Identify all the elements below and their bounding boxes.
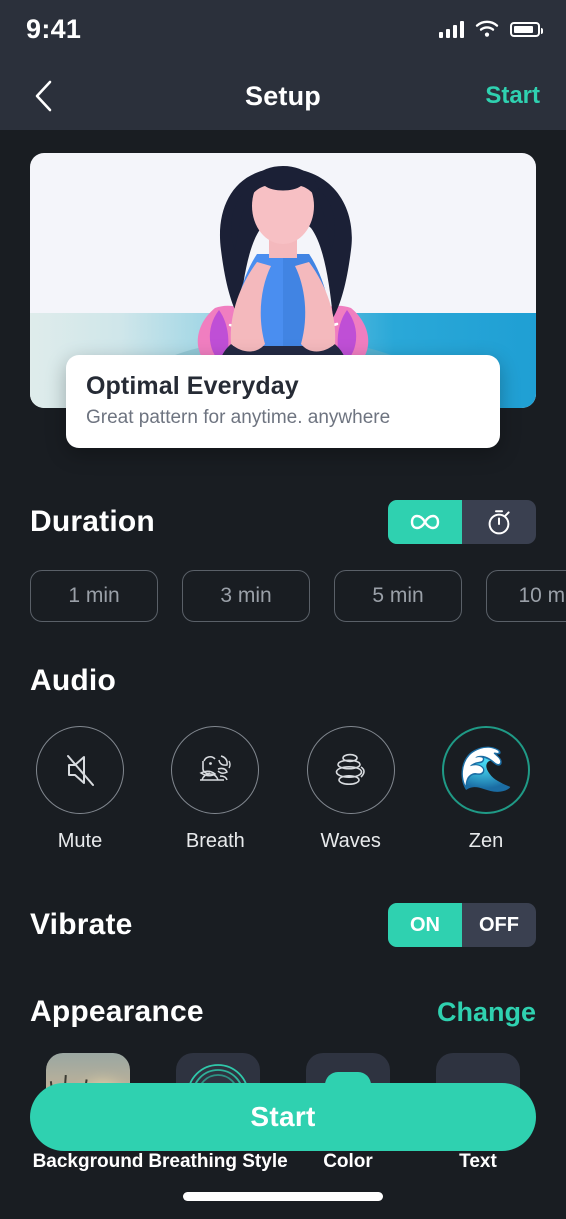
start-button[interactable]: Start — [30, 1083, 536, 1151]
duration-options[interactable]: 1 min 3 min 5 min 10 min — [30, 570, 566, 622]
stopwatch-icon — [488, 510, 510, 535]
duration-mode-toggle[interactable] — [388, 500, 536, 544]
audio-icon-wrapper — [306, 726, 395, 814]
appearance-option-label: Background — [32, 1151, 144, 1172]
status-bar-icons — [439, 20, 543, 38]
audio-option-zen[interactable]: 🌊 Zen — [436, 726, 536, 853]
vibrate-row: Vibrate ON OFF — [30, 903, 536, 947]
chevron-left-icon — [35, 80, 52, 112]
appearance-row: Appearance Change — [30, 995, 536, 1029]
vibrate-title: Vibrate — [30, 908, 133, 941]
audio-icon-wrapper: 🌊 — [441, 726, 530, 814]
duration-header: Duration — [30, 500, 536, 544]
nav-start-button[interactable]: Start — [485, 82, 540, 110]
pattern-info-card[interactable]: Optimal Everyday Great pattern for anyti… — [66, 355, 500, 448]
duration-option[interactable]: 5 min — [334, 570, 462, 622]
home-indicator[interactable] — [183, 1192, 383, 1201]
audio-option-label: Waves — [320, 830, 381, 852]
back-button[interactable] — [26, 79, 60, 113]
infinity-icon — [410, 514, 440, 530]
duration-option[interactable]: 3 min — [182, 570, 310, 622]
appearance-title: Appearance — [30, 995, 204, 1028]
appearance-change-button[interactable]: Change — [437, 997, 536, 1028]
pattern-subtitle: Great pattern for anytime. anywhere — [86, 407, 391, 428]
wifi-icon — [475, 20, 499, 37]
zen-stones-icon — [335, 753, 365, 785]
appearance-option-label: Color — [323, 1151, 373, 1172]
breathing-person-icon — [199, 755, 232, 781]
duration-title: Duration — [30, 505, 155, 538]
pattern-title: Optimal Everyday — [86, 372, 299, 400]
speaker-mute-icon — [67, 755, 94, 786]
audio-title: Audio — [30, 664, 116, 697]
battery-icon — [510, 21, 543, 37]
vibrate-on-option[interactable]: ON — [388, 903, 462, 947]
appearance-option-label: Text — [459, 1151, 497, 1172]
navigation-bar: Setup Start — [0, 62, 566, 130]
vibrate-off-option[interactable]: OFF — [462, 903, 536, 947]
cellular-signal-icon — [439, 20, 464, 38]
duration-mode-infinite[interactable] — [388, 500, 462, 544]
audio-icon-wrapper — [36, 726, 124, 814]
hero-section: Optimal Everyday Great pattern for anyti… — [30, 153, 536, 448]
duration-mode-timer[interactable] — [462, 500, 536, 544]
vibrate-toggle[interactable]: ON OFF — [388, 903, 536, 947]
duration-option[interactable]: 10 min — [486, 570, 566, 622]
audio-option-breath[interactable]: Breath — [165, 726, 265, 853]
audio-option-waves[interactable]: Waves — [301, 726, 401, 853]
audio-icon-wrapper — [171, 726, 260, 814]
audio-option-mute[interactable]: Mute — [30, 726, 130, 853]
audio-option-label: Breath — [185, 830, 245, 852]
main-content: Optimal Everyday Great pattern for anyti… — [0, 153, 566, 1173]
status-bar: 9:41 — [0, 0, 566, 62]
ocean-wave-icon: 🌊 — [458, 745, 514, 794]
audio-header: Audio — [30, 664, 536, 698]
audio-options[interactable]: Mute Breath Waves 🌊 Zen — [30, 726, 536, 853]
status-bar-time: 9:41 — [26, 13, 82, 44]
audio-option-label: Zen — [468, 830, 504, 852]
audio-option-label: Mute — [57, 830, 103, 852]
appearance-option-label: Breathing Style — [148, 1151, 288, 1172]
duration-option[interactable]: 1 min — [30, 570, 158, 622]
page-title: Setup — [244, 80, 321, 111]
